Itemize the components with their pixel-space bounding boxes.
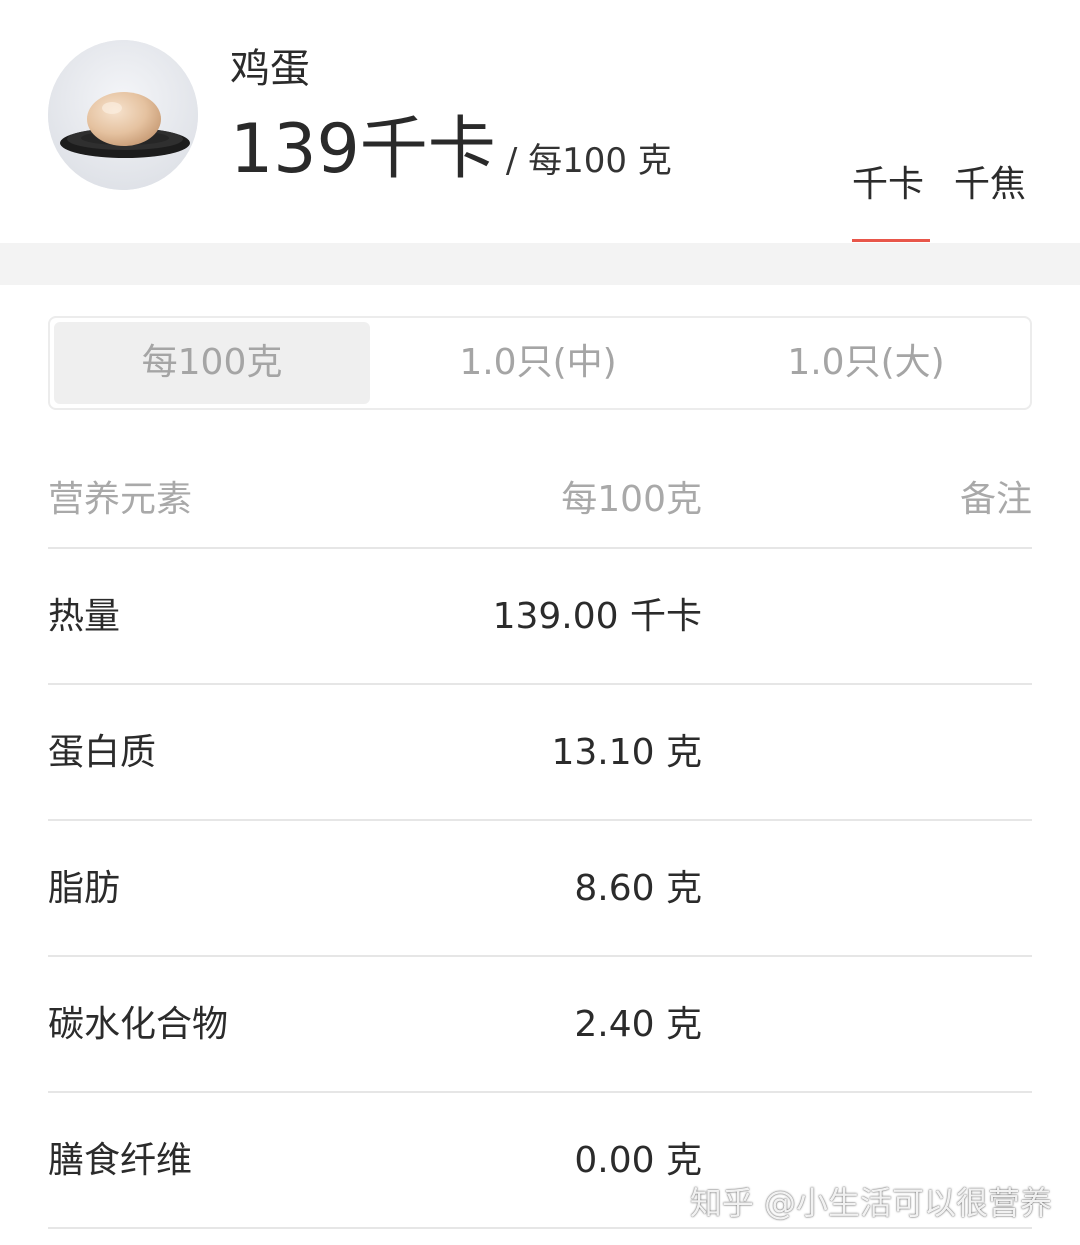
unit-option-kcal[interactable]: 千卡	[852, 160, 924, 210]
serving-tab-large-egg[interactable]: 1.0只(大)	[708, 322, 1024, 404]
section-divider	[0, 243, 1080, 285]
nutrient-value: 13.10 克	[551, 732, 702, 773]
nutrient-name: 碳水化合物	[48, 1004, 229, 1045]
nutrient-value: 2.40 克	[574, 1004, 702, 1045]
table-row: 碳水化合物 2.40 克	[48, 957, 1032, 1093]
header-note: 备注	[959, 479, 1032, 520]
unit-option-kj[interactable]: 千焦	[954, 160, 1026, 210]
serving-tab-per-100g[interactable]: 每100克	[54, 322, 370, 404]
serving-size-selector: 每100克 1.0只(中) 1.0只(大)	[48, 316, 1032, 410]
calorie-unit: 千卡	[359, 110, 496, 189]
per-amount-label: / 每100 克	[505, 141, 672, 181]
table-row: 热量 139.00 千卡	[48, 549, 1032, 685]
nutrient-name: 蛋白质	[48, 732, 157, 773]
nutrient-name: 膳食纤维	[48, 1140, 193, 1181]
header-nutrient: 营养元素	[48, 479, 193, 520]
food-header: 鸡蛋 139千卡 / 每100 克 千卡 千焦	[0, 0, 1080, 243]
nutrition-table: 营养元素 每100克 备注 热量 139.00 千卡 蛋白质 13.10 克 脂…	[48, 450, 1032, 1229]
table-header: 营养元素 每100克 备注	[48, 450, 1032, 549]
table-row: 脂肪 8.60 克	[48, 821, 1032, 957]
header-per-100g: 每100克	[561, 479, 702, 520]
nutrient-name: 热量	[48, 596, 121, 637]
calorie-value: 139	[230, 110, 360, 189]
selected-unit-indicator	[852, 239, 930, 242]
nutrient-value: 8.60 克	[574, 868, 702, 909]
egg-on-plate-icon	[48, 40, 198, 190]
nutrient-value: 0.00 克	[574, 1140, 702, 1181]
watermark: 知乎 @小生活可以很营养	[689, 1184, 1052, 1222]
serving-tab-medium-egg[interactable]: 1.0只(中)	[380, 322, 696, 404]
nutrient-value: 139.00 千卡	[492, 596, 702, 637]
calorie-summary: 139千卡 / 每100 克	[230, 108, 672, 209]
food-name: 鸡蛋	[230, 46, 310, 92]
nutrient-name: 脂肪	[48, 868, 121, 909]
table-row: 蛋白质 13.10 克	[48, 685, 1032, 821]
